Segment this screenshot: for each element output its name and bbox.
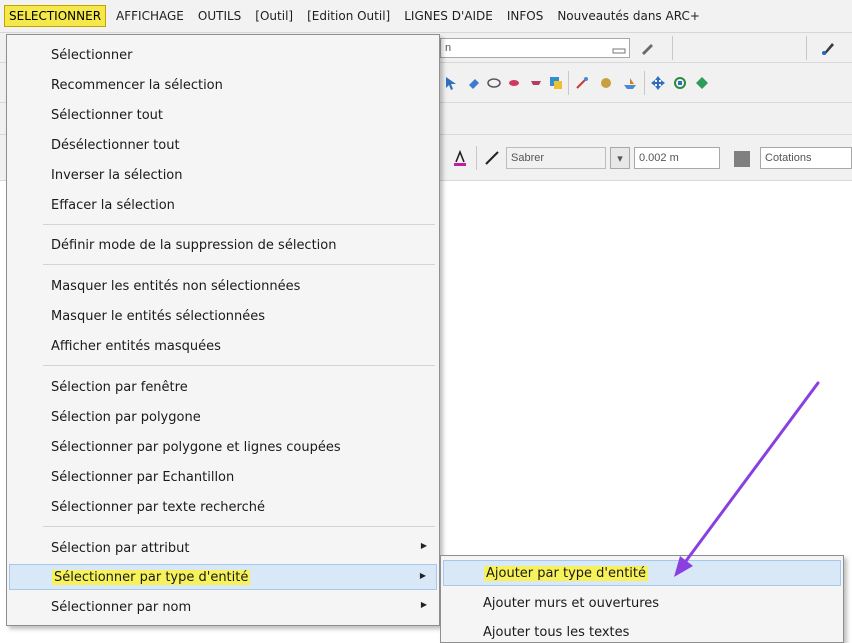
menu-bar: SELECTIONNER AFFICHAGE OUTILS [Outil] [E… [0, 0, 852, 33]
menu-item-label: Sélectionner [51, 47, 133, 63]
menu-item-label: Sélection par fenêtre [51, 379, 188, 395]
ellipsis-icon[interactable] [612, 40, 628, 56]
marker-icon[interactable] [820, 40, 836, 56]
move-icon[interactable] [650, 75, 666, 91]
menu-item-texte-recherche[interactable]: Sélectionner par texte recherché [9, 494, 437, 520]
toolbar-separator [568, 71, 569, 95]
line-width-field[interactable]: 0.002 m [634, 147, 720, 169]
submenu-arrow-icon: ▶ [420, 600, 427, 609]
layer-field[interactable]: Cotations [760, 147, 852, 169]
menu-item-echantillon[interactable]: Sélectionner par Echantillon [9, 464, 437, 490]
text-color-icon[interactable] [452, 150, 468, 166]
menu-item-selection-attribut[interactable]: Sélection par attribut ▶ [9, 535, 437, 561]
toolbar-separator [644, 71, 645, 95]
menu-item-par-nom[interactable]: Sélectionner par nom ▶ [9, 594, 437, 620]
menu-item-label: Sélectionner par polygone et lignes coup… [51, 439, 341, 455]
submenu-arrow-icon: ▶ [419, 571, 426, 580]
menu-item-label: Sélectionner par type d'entité [52, 569, 251, 585]
menu-item-type-entite[interactable]: Sélectionner par type d'entité ▶ [9, 564, 437, 590]
menu-item-label: Sélection par attribut [51, 540, 190, 556]
pin-icon[interactable] [506, 75, 522, 91]
submenu-item-label: Ajouter tous les textes [483, 624, 630, 640]
menu-item-deselectionner-tout[interactable]: Désélectionner tout [9, 132, 437, 158]
menu-item-selection-fenetre[interactable]: Sélection par fenêtre [9, 374, 437, 400]
lasso-icon[interactable] [486, 75, 502, 91]
submenu-item-label: Ajouter par type d'entité [484, 565, 649, 581]
layer-color-icon[interactable] [734, 151, 750, 167]
menu-item-masquer-non-selectionnees[interactable]: Masquer les entités non sélectionnées [9, 273, 437, 299]
rotate-icon[interactable] [672, 75, 688, 91]
menu-item-effacer[interactable]: Effacer la sélection [9, 192, 437, 218]
menu-item-label: Sélectionner par Echantillon [51, 469, 235, 485]
boat-icon[interactable] [622, 75, 638, 91]
toolbar-separator [806, 36, 807, 60]
pencil-icon[interactable] [640, 40, 656, 56]
eye-icon[interactable] [528, 75, 544, 91]
menu-nouveautes[interactable]: Nouveautés dans ARC+ [553, 6, 704, 26]
linetype-select[interactable]: Sabrer [506, 147, 606, 169]
toolbar-separator [476, 146, 477, 170]
eraser-icon[interactable] [466, 75, 482, 91]
menu-item-label: Masquer le entités sélectionnées [51, 308, 266, 324]
menu-infos[interactable]: INFOS [503, 6, 547, 26]
menu-separator [43, 224, 435, 225]
line-style-icon[interactable] [484, 150, 500, 166]
menu-item-label: Sélectionner tout [51, 107, 164, 123]
menu-lignes-aide[interactable]: LIGNES D'AIDE [400, 6, 497, 26]
menu-item-label: Définir mode de la suppression de sélect… [51, 237, 337, 253]
menu-item-label: Sélection par polygone [51, 409, 201, 425]
menu-item-definir-mode[interactable]: Définir mode de la suppression de sélect… [9, 232, 437, 258]
menu-item-polygone-lignes[interactable]: Sélectionner par polygone et lignes coup… [9, 434, 437, 460]
menu-item-label: Désélectionner tout [51, 137, 180, 153]
menu-item-label: Sélectionner par texte recherché [51, 499, 265, 515]
submenu-item-label: Ajouter murs et ouvertures [483, 595, 660, 611]
submenu-item-ajouter-murs[interactable]: Ajouter murs et ouvertures [443, 590, 841, 616]
menu-item-selectionner-tout[interactable]: Sélectionner tout [9, 102, 437, 128]
menu-item-label: Sélectionner par nom [51, 599, 192, 615]
menu-selectionner[interactable]: SELECTIONNER [4, 5, 107, 27]
menu-item-afficher-masquees[interactable]: Afficher entités masquées [9, 333, 437, 359]
copy-icon[interactable] [548, 75, 564, 91]
select-arrow-icon[interactable] [444, 75, 460, 91]
menu-item-label: Masquer les entités non sélectionnées [51, 278, 301, 294]
menu-affichage[interactable]: AFFICHAGE [112, 6, 188, 26]
menu-item-label: Afficher entités masquées [51, 338, 221, 354]
menu-item-selectionner[interactable]: Sélectionner [9, 42, 437, 68]
chevron-down-icon[interactable]: ▾ [610, 147, 630, 169]
menu-item-label: Effacer la sélection [51, 197, 175, 213]
submenu-arrow-icon: ▶ [420, 541, 427, 550]
wand-icon[interactable] [574, 75, 590, 91]
toolbar-separator [672, 36, 673, 60]
selectionner-dropdown-menu: Sélectionner Recommencer la sélection Sé… [6, 34, 440, 626]
menu-item-label: Recommencer la sélection [51, 77, 223, 93]
menu-outil[interactable]: [Outil] [251, 6, 297, 26]
menu-item-recommencer[interactable]: Recommencer la sélection [9, 72, 437, 98]
group-icon[interactable] [598, 75, 614, 91]
menu-item-masquer-selectionnees[interactable]: Masquer le entités sélectionnées [9, 303, 437, 329]
menu-item-inverser[interactable]: Inverser la sélection [9, 162, 437, 188]
menu-item-label: Inverser la sélection [51, 167, 183, 183]
menu-separator [43, 264, 435, 265]
scale-icon[interactable] [694, 75, 710, 91]
type-entite-submenu: Ajouter par type d'entité Ajouter murs e… [440, 555, 844, 643]
menu-edition-outil[interactable]: [Edition Outil] [303, 6, 394, 26]
view-name-field[interactable]: n [440, 38, 630, 58]
menu-item-selection-polygone[interactable]: Sélection par polygone [9, 404, 437, 430]
submenu-item-ajouter-type[interactable]: Ajouter par type d'entité [443, 560, 841, 586]
menu-outils[interactable]: OUTILS [194, 6, 245, 26]
submenu-item-ajouter-textes[interactable]: Ajouter tous les textes [443, 619, 841, 643]
menu-separator [43, 526, 435, 527]
menu-separator [43, 365, 435, 366]
